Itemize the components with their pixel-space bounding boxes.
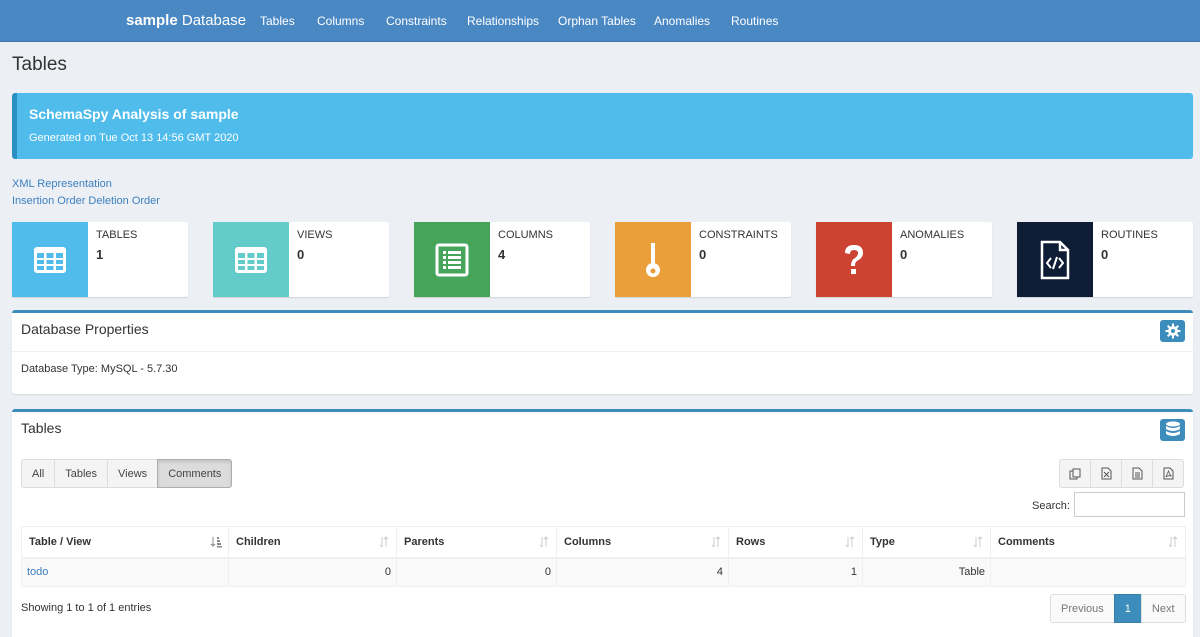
table-header-row: Table / View Children Parents Columns Ro… [21,526,1186,559]
sort-icon [538,536,550,551]
sort-icon [1167,536,1179,551]
box-title: Database Properties [21,321,149,337]
nav-columns[interactable]: Columns [317,14,364,28]
info-label: ROUTINES [1101,229,1158,241]
excel-button[interactable] [1090,459,1122,488]
pagination: Previous 1 Next [1050,594,1186,623]
key-icon [615,222,691,297]
info-box-views: VIEWS 0 [213,222,389,297]
nav-orphan-tables[interactable]: Orphan Tables [558,14,636,28]
info-label: TABLES [96,229,138,241]
column-header-columns[interactable]: Columns [556,526,729,559]
sort-icon [972,536,984,551]
filter-all-button[interactable]: All [21,459,56,488]
table-icon [213,222,289,297]
next-page-button[interactable]: Next [1140,594,1186,623]
column-header-children[interactable]: Children [228,526,397,559]
filter-comments-button[interactable]: Comments [157,459,233,488]
database-button[interactable] [1160,419,1185,441]
sort-icon [844,536,856,551]
copy-icon [1069,468,1081,480]
info-box-constraints: CONSTRAINTS 0 [615,222,791,297]
export-button-group [1059,459,1184,488]
info-number: 1 [96,247,104,262]
nav-relationships[interactable]: Relationships [467,14,539,28]
nav-routines[interactable]: Routines [731,14,778,28]
nav-tables[interactable]: Tables [260,14,295,28]
database-type: Database Type: MySQL - 5.7.30 [21,363,178,375]
top-navbar: sample Database Tables Columns Constrain… [0,0,1200,42]
database-icon [1165,421,1181,439]
page-title: Tables [12,54,67,75]
brand[interactable]: sample Database [126,12,246,29]
settings-button[interactable] [1160,320,1185,342]
table-name-link[interactable]: todo [21,557,229,587]
sort-icon [710,536,722,551]
info-box-columns: COLUMNS 4 [414,222,590,297]
xml-representation-link[interactable]: XML Representation [12,178,112,190]
tables-table: Table / View Children Parents Columns Ro… [21,526,1186,587]
sort-asc-icon [210,536,222,551]
column-header-parents[interactable]: Parents [396,526,557,559]
sort-icon [378,536,390,551]
info-number: 0 [1101,247,1109,262]
info-label: CONSTRAINTS [699,229,778,241]
callout-subtitle: Generated on Tue Oct 13 14:56 GMT 2020 [29,132,239,144]
excel-icon [1101,467,1112,480]
info-label: COLUMNS [498,229,554,241]
cell-type: Table [862,557,991,587]
column-header-table-view[interactable]: Table / View [21,526,229,559]
insertion-deletion-order-link[interactable]: Insertion Order Deletion Order [12,195,160,207]
csv-button[interactable] [1121,459,1153,488]
tables-box: Tables All Tables Views Comments Search: [12,409,1193,637]
column-header-rows[interactable]: Rows [728,526,863,559]
column-header-comments[interactable]: Comments [990,526,1186,559]
column-header-type[interactable]: Type [862,526,991,559]
filter-tables-button[interactable]: Tables [54,459,109,488]
question-icon [816,222,892,297]
info-label: VIEWS [297,229,333,241]
info-box-routines: ROUTINES 0 [1017,222,1193,297]
cell-comments [990,557,1186,587]
table-info: Showing 1 to 1 of 1 entries [21,602,152,614]
info-number: 0 [900,247,908,262]
table-row: todo 0 0 4 1 Table [21,557,1186,587]
info-number: 0 [297,247,305,262]
info-number: 0 [699,247,707,262]
page-1-button[interactable]: 1 [1113,594,1142,623]
search-input[interactable] [1074,492,1185,517]
cell-rows: 1 [728,557,863,587]
filter-views-button[interactable]: Views [107,459,159,488]
info-box-anomalies: ANOMALIES 0 [816,222,992,297]
filter-button-group: All Tables Views Comments [21,459,233,488]
cell-columns: 4 [556,557,729,587]
copy-button[interactable] [1059,459,1091,488]
cell-parents: 0 [396,557,557,587]
analysis-callout: SchemaSpy Analysis of sample Generated o… [12,93,1193,159]
table-icon [12,222,88,297]
csv-icon [1132,467,1143,480]
database-properties-box: Database Properties Database Type: MySQL… [12,310,1193,394]
gear-icon [1165,323,1181,339]
previous-page-button[interactable]: Previous [1050,594,1115,623]
box-title: Tables [21,420,62,436]
cell-children: 0 [228,557,397,587]
nav-constraints[interactable]: Constraints [386,14,447,28]
callout-title: SchemaSpy Analysis of sample [29,106,239,122]
pdf-button[interactable] [1152,459,1184,488]
code-file-icon [1017,222,1093,297]
divider [12,351,1193,352]
info-label: ANOMALIES [900,229,965,241]
list-icon [414,222,490,297]
search-label: Search: [1032,500,1070,512]
info-box-tables: TABLES 1 [12,222,188,297]
pdf-icon [1163,467,1174,480]
info-number: 4 [498,247,506,262]
nav-anomalies[interactable]: Anomalies [654,14,710,28]
